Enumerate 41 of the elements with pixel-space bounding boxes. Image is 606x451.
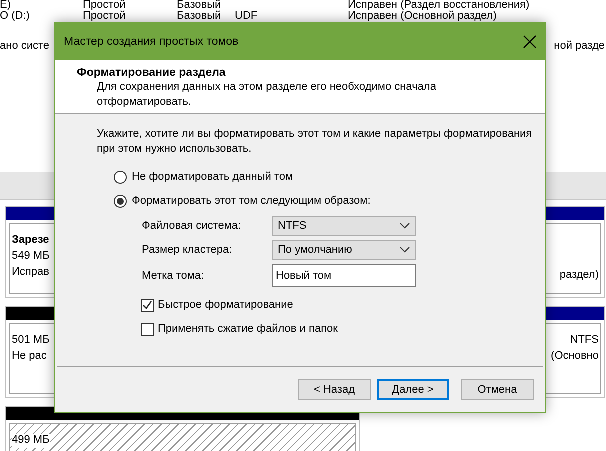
table-cell: Базовый xyxy=(177,11,222,22)
chevron-down-icon xyxy=(400,223,410,229)
radio-button[interactable] xyxy=(114,194,127,208)
close-icon[interactable] xyxy=(523,34,537,48)
table-cell: E) xyxy=(0,0,11,11)
table-cell: О (D:) xyxy=(0,11,30,22)
checkbox-option[interactable]: Быстрое форматирование xyxy=(141,293,539,317)
dialog-button[interactable]: Отмена xyxy=(461,379,534,400)
partition-text: Не рас xyxy=(12,350,47,364)
partition-text: Исправ xyxy=(12,266,50,280)
dialog-button[interactable]: Далее > xyxy=(377,379,449,400)
instruction-text: Укажите, хотите ли вы форматировать этот том и какие параметры форматирования при этом нужно использовать. xyxy=(97,127,534,157)
section-title: Форматирование раздела xyxy=(77,67,227,79)
partition-text: (Основно xyxy=(551,350,599,364)
checkbox-option[interactable]: Применять сжатие файлов и папок xyxy=(141,317,539,341)
table-cell: ано систе xyxy=(0,41,50,52)
table-cell: ной разде xyxy=(554,41,606,52)
partition-text: раздел) xyxy=(560,269,599,283)
chevron-down-icon xyxy=(400,247,410,253)
table-cell: Базовый xyxy=(177,0,222,11)
field-label: Размер кластера: xyxy=(142,244,234,256)
table-cell: Исправен (Раздел восстановления) xyxy=(348,0,530,11)
table-cell: UDF xyxy=(235,11,258,22)
table-cell: Простой xyxy=(83,11,126,22)
input-field[interactable]: Новый том xyxy=(272,264,416,287)
dropdown[interactable]: NTFS xyxy=(272,216,416,236)
partition-text: Зарезе xyxy=(12,234,50,248)
checkbox[interactable] xyxy=(141,298,154,312)
field-label: Файловая система: xyxy=(142,220,242,232)
window-title: Мастер создания простых томов xyxy=(64,36,239,48)
table-cell: Исправен (Основной раздел) xyxy=(348,11,497,22)
partition-text: 499 МБ xyxy=(12,434,50,448)
table-cell: Простой xyxy=(83,0,126,11)
checkbox[interactable] xyxy=(141,322,154,336)
dialog-button[interactable]: < Назад xyxy=(298,379,371,400)
radio-option[interactable]: Форматировать этот том следующим образом: xyxy=(114,189,539,213)
radio-option[interactable]: Не форматировать данный том xyxy=(114,165,539,189)
radio-button[interactable] xyxy=(114,170,127,184)
field-label: Метка тома: xyxy=(142,270,206,282)
section-description: Для сохранения данных на этом разделе его необходимо сначала отформатировать. xyxy=(97,80,438,110)
dropdown[interactable]: По умолчанию xyxy=(272,240,416,260)
